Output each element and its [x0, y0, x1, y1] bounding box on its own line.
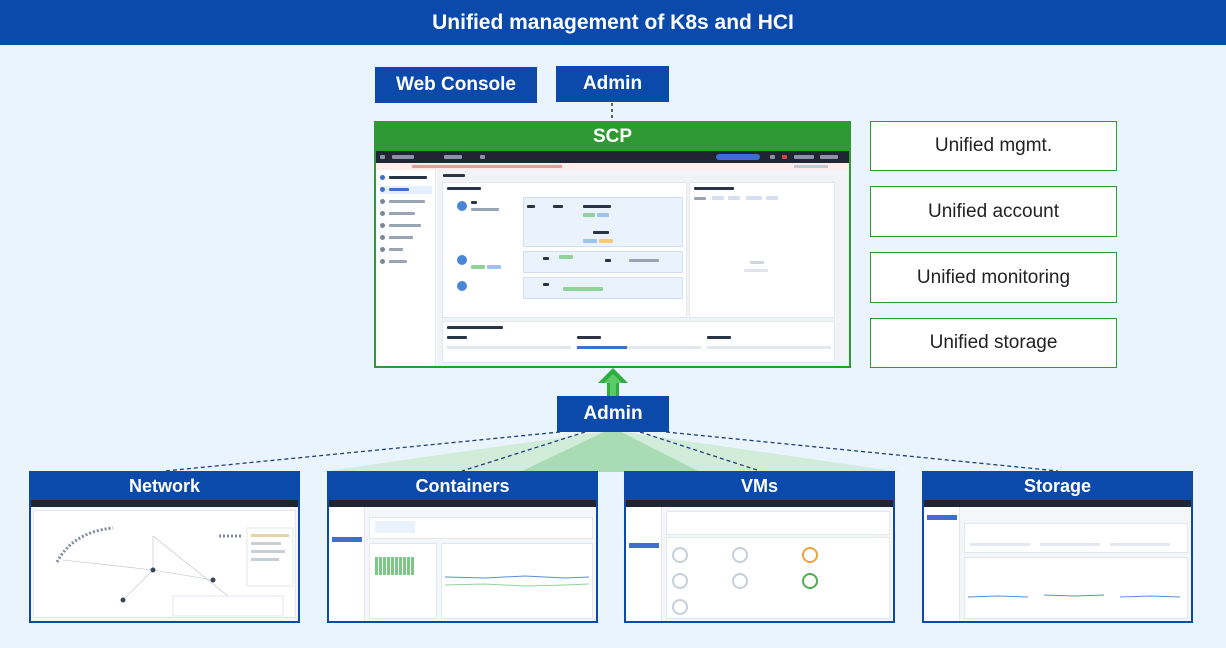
module-vms: VMs [624, 471, 895, 623]
module-containers-title: Containers [329, 473, 596, 500]
scp-sidebar [376, 170, 436, 366]
scp-alert-bar [376, 163, 849, 170]
module-containers: Containers [327, 471, 598, 623]
scp-topbar [376, 151, 849, 163]
scp-main-area [437, 170, 849, 366]
usage-panel [442, 321, 835, 363]
module-network-title: Network [31, 473, 298, 500]
storage-dashboard-screenshot [924, 507, 1191, 621]
resource-overview-panel [442, 182, 687, 318]
network-topology-screenshot [31, 507, 298, 621]
feature-unified-monitoring: Unified monitoring [870, 252, 1117, 303]
feature-unified-mgmt: Unified mgmt. [870, 121, 1117, 171]
arrow-up-icon [598, 368, 628, 398]
network-topology-graph [55, 526, 294, 617]
containers-dashboard-screenshot [329, 507, 596, 621]
feature-unified-storage: Unified storage [870, 318, 1117, 368]
scp-console-screenshot: SCP [374, 121, 851, 368]
module-vms-title: VMs [626, 473, 893, 500]
alerts-panel [689, 182, 835, 318]
admin-button-middle[interactable]: Admin [557, 396, 669, 432]
module-network: Network [29, 471, 300, 623]
feature-unified-account: Unified account [870, 186, 1117, 237]
scp-title: SCP [376, 123, 849, 151]
module-storage: Storage [922, 471, 1193, 623]
module-storage-title: Storage [924, 473, 1191, 500]
vms-dashboard-screenshot [626, 507, 893, 621]
